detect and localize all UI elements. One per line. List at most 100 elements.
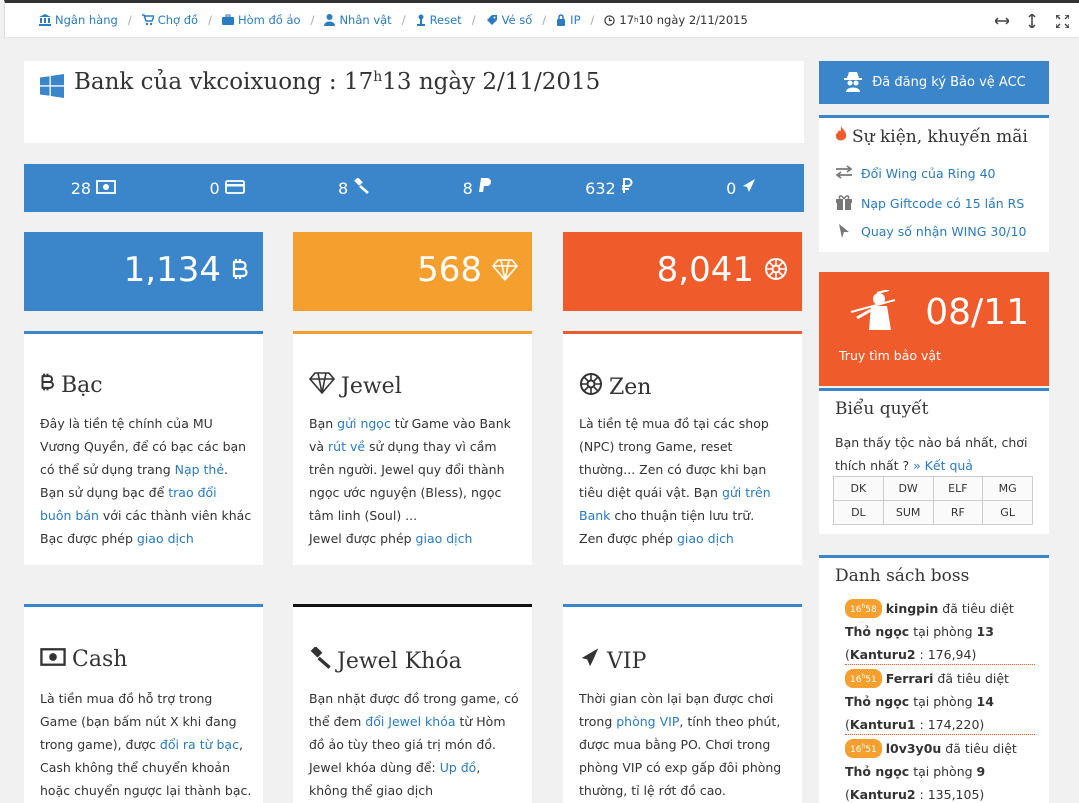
event-item-giftcode[interactable]: Nạp Giftcode có 15 lần RS bbox=[835, 194, 1024, 213]
empire-icon bbox=[579, 372, 603, 402]
account-protection-button[interactable]: Đã đăng ký Bảo vệ ACC bbox=[819, 61, 1049, 104]
cursor-icon bbox=[835, 223, 853, 239]
diamond-icon bbox=[491, 250, 519, 290]
link-withdraw[interactable]: rút về bbox=[328, 439, 365, 454]
diamond-icon bbox=[308, 372, 336, 400]
treasure-hunt-box[interactable]: 08/11 Truy tìm bảo vật bbox=[819, 272, 1049, 386]
events-panel: Sự kiện, khuyến mãi Đổi Wing của Ring 40… bbox=[819, 115, 1049, 252]
nav-reset[interactable]: Reset bbox=[416, 13, 462, 27]
poll-option-dl[interactable]: DL bbox=[833, 500, 884, 525]
card-jewel-lock: Jewel Khóa Bạn nhặt được đồ trong game, … bbox=[293, 604, 532, 803]
boss-room-text: tại phòng bbox=[909, 624, 977, 639]
nav-ip[interactable]: IP bbox=[556, 13, 581, 27]
event-item-lucky-draw[interactable]: Quay số nhận WING 30/10 bbox=[835, 223, 1026, 239]
nav-bank[interactable]: Ngân hàng bbox=[39, 13, 118, 27]
title-prefix: Bank của vkcoixuong : 17 bbox=[74, 69, 374, 95]
event-label: Đổi Wing của Ring 40 bbox=[861, 166, 996, 181]
stat-paypal-value: 8 bbox=[462, 178, 473, 198]
bank-title-panel: Bank của vkcoixuong : 17h13 ngày 2/11/20… bbox=[24, 61, 804, 143]
boss-room-text: tại phòng bbox=[909, 764, 977, 779]
link-upgrade-item[interactable]: Up đồ bbox=[440, 760, 477, 775]
link-transaction[interactable]: giao dịch bbox=[137, 531, 194, 546]
poll-question: Bạn thấy tộc nào bá nhất, chơi thích nhấ… bbox=[835, 431, 1040, 477]
event-item-wing-exchange[interactable]: Đổi Wing của Ring 40 bbox=[835, 165, 996, 182]
nav-virtual-chest[interactable]: Hòm đồ ảo bbox=[221, 13, 301, 27]
boss-time-hour: 16 bbox=[850, 605, 862, 615]
card-cash-title: Cash bbox=[40, 647, 127, 672]
stat-card-value: 0 bbox=[209, 178, 220, 198]
server-clock: 17 h 10 ngày 2/11/2015 bbox=[604, 13, 748, 27]
top-navigation-bar: Ngân hàng / Chợ đồ / Hòm đồ ảo / Nhân vậ… bbox=[4, 0, 1079, 38]
nav-market[interactable]: Chợ đồ bbox=[141, 13, 199, 27]
breadcrumb-separator: / bbox=[542, 13, 547, 27]
event-label: Nạp Giftcode có 15 lần RS bbox=[861, 196, 1025, 211]
nav-market-label: Chợ đồ bbox=[157, 13, 199, 27]
poll-option-sum[interactable]: SUM bbox=[882, 500, 934, 525]
boss-name: Thỏ ngọc bbox=[845, 764, 910, 779]
boss-time-minute: 51 bbox=[865, 675, 877, 685]
ip-icon bbox=[556, 14, 566, 26]
poll-option-elf[interactable]: ELF bbox=[932, 476, 984, 501]
card-cash-body: Là tiền mua đồ hỗ trợ trong Game (bạn bấ… bbox=[40, 687, 252, 802]
boss-entry: 16h51 l0v3y0u đã tiêu diệt Thỏ ngọc tại p… bbox=[845, 739, 1017, 802]
boss-time-badge: 16h51 bbox=[845, 669, 882, 688]
nav-lottery[interactable]: Vé số bbox=[486, 13, 532, 27]
expand-horizontal-icon[interactable] bbox=[993, 12, 1011, 30]
card-jewel-lock-title-text: Jewel Khóa bbox=[337, 648, 462, 674]
card-zen-title: Zen bbox=[579, 372, 651, 402]
link-deposit-jewel[interactable]: gửi ngọc bbox=[337, 416, 391, 431]
boss-entry: 16h58 kingpin đã tiêu diệt Thỏ ngọc tại p… bbox=[845, 599, 1014, 662]
link-vip-room[interactable]: phòng VIP bbox=[616, 714, 679, 729]
link-exchange-silver[interactable]: đổi ra từ bạc bbox=[160, 737, 239, 752]
boss-name: Thỏ ngọc bbox=[845, 694, 910, 709]
link-transaction[interactable]: giao dịch bbox=[677, 531, 734, 546]
card-jewel: Jewel Bạn gửi ngọc từ Game vào Bank và r… bbox=[293, 331, 532, 565]
breadcrumb-separator: / bbox=[471, 13, 476, 27]
boss-room: 9 bbox=[976, 764, 986, 779]
poll-title: Biểu quyết bbox=[835, 399, 929, 419]
poll-results-link[interactable]: » Kết quả bbox=[913, 458, 973, 473]
bitcoin-icon bbox=[231, 250, 249, 290]
cart-icon bbox=[141, 14, 154, 26]
stat-po-value: 632 bbox=[585, 178, 616, 198]
balance-jewel-value: 568 bbox=[417, 250, 482, 290]
poll-option-dw[interactable]: DW bbox=[882, 476, 934, 501]
stat-cash: 28 bbox=[71, 179, 116, 198]
nav-character[interactable]: Nhân vật bbox=[324, 13, 392, 27]
breadcrumb: Ngân hàng / Chợ đồ / Hòm đồ ảo / Nhân vậ… bbox=[39, 13, 748, 27]
event-label: Quay số nhận WING 30/10 bbox=[861, 223, 1027, 239]
boss-divider bbox=[845, 664, 1035, 665]
boss-divider bbox=[845, 734, 1035, 735]
poll-option-mg[interactable]: MG bbox=[982, 476, 1033, 501]
events-title-text: Sự kiện, khuyến mãi bbox=[852, 126, 1028, 147]
link-recharge[interactable]: Nạp thẻ bbox=[175, 462, 224, 477]
plane-icon bbox=[741, 178, 757, 198]
boss-action: đã tiêu diệt bbox=[933, 671, 1009, 686]
text: cho thuận tiện lưu trữ. bbox=[610, 508, 755, 523]
link-transaction[interactable]: giao dịch bbox=[416, 531, 473, 546]
card-cash: Cash Là tiền mua đồ hỗ trợ trong Game (b… bbox=[24, 604, 263, 803]
card-jewel-body: Bạn gửi ngọc từ Game vào Bank và rút về … bbox=[309, 412, 521, 550]
stat-card: 0 bbox=[209, 178, 245, 198]
events-title: Sự kiện, khuyến mãi bbox=[835, 126, 1028, 147]
poll-option-rf[interactable]: RF bbox=[932, 500, 984, 525]
boss-action: đã tiêu diệt bbox=[941, 741, 1017, 756]
clock-rest: 10 ngày 2/11/2015 bbox=[638, 13, 748, 27]
link-exchange-jewel-lock[interactable]: đổi Jewel khóa bbox=[365, 714, 455, 729]
boss-time-minute: 51 bbox=[865, 745, 877, 755]
poll-option-gl[interactable]: GL bbox=[982, 500, 1033, 525]
card-zen-body: Là tiền tệ mua đồ tại các shop (NPC) tro… bbox=[579, 412, 791, 550]
boss-room-text: tại phòng bbox=[909, 694, 977, 709]
poll-option-dk[interactable]: DK bbox=[833, 476, 884, 501]
card-jewel-lock-title: Jewel Khóa bbox=[309, 645, 462, 675]
expand-vertical-icon[interactable] bbox=[1023, 12, 1041, 30]
user-icon bbox=[324, 14, 336, 26]
boss-player: kingpin bbox=[885, 601, 939, 616]
stat-jewel-lock: 8 bbox=[338, 177, 370, 198]
boss-map: Kanturu2 bbox=[849, 787, 916, 802]
fullscreen-icon[interactable] bbox=[1053, 12, 1071, 30]
title-suffix: 13 ngày 2/11/2015 bbox=[382, 69, 601, 95]
paypal-icon bbox=[478, 178, 492, 198]
stat-vip-value: 0 bbox=[726, 178, 737, 198]
card-jewel-title-text: Jewel bbox=[341, 373, 402, 399]
